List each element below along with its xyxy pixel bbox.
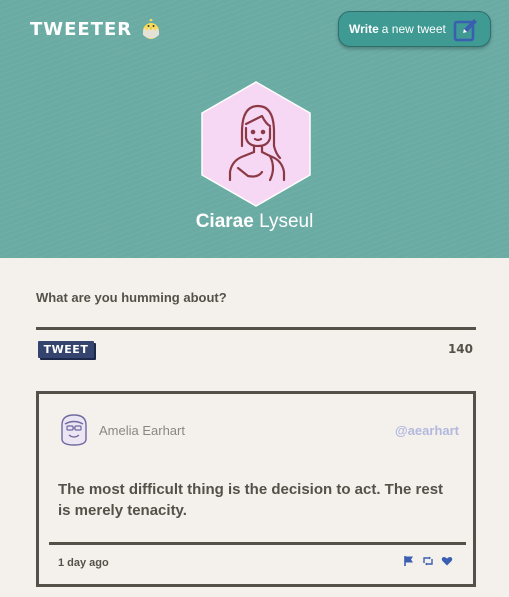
profile-name: Ciarae Lyseul xyxy=(0,211,509,233)
flag-icon[interactable] xyxy=(403,552,415,566)
chick-icon xyxy=(141,18,161,40)
compose-textarea-underline xyxy=(36,327,476,330)
user-avatar-icon xyxy=(200,80,312,208)
heart-icon[interactable] xyxy=(441,552,453,566)
write-new-tweet-button[interactable]: Write a new tweet xyxy=(338,11,491,47)
write-button-strong: Write xyxy=(349,22,379,36)
brand[interactable]: TWEETER xyxy=(30,16,161,42)
tweet-button[interactable]: TWEET xyxy=(38,341,94,358)
tweet-author-avatar-icon xyxy=(59,413,89,447)
tweet-author-handle[interactable]: @aearhart xyxy=(395,423,459,438)
char-counter: 140 xyxy=(447,342,473,356)
pencil-square-icon xyxy=(453,17,479,43)
write-button-label: a new tweet xyxy=(381,22,446,36)
tweet-author-name: Amelia Earhart xyxy=(99,423,185,438)
retweet-icon[interactable] xyxy=(422,552,434,566)
tweet-divider xyxy=(49,542,466,545)
compose-prompt[interactable]: What are you humming about? xyxy=(36,290,227,305)
brand-name: TWEETER xyxy=(30,18,133,40)
tweet-text: The most difficult thing is the decision… xyxy=(58,481,444,519)
profile-first-name: Ciarae xyxy=(195,211,254,232)
tweet-card: Amelia Earhart @aearhart The most diffic… xyxy=(36,391,476,587)
tweet-actions xyxy=(403,552,453,566)
profile-header: TWEETER Write a new tweet Ciarae Lyseul xyxy=(0,0,509,258)
profile-last-name: Lyseul xyxy=(259,211,314,232)
tweet-timestamp: 1 day ago xyxy=(58,557,109,569)
